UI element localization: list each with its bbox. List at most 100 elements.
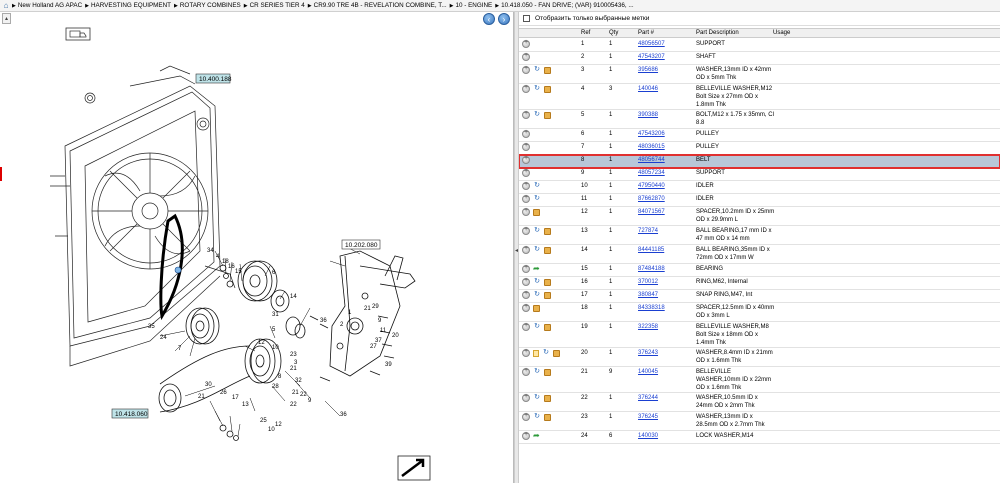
add-to-cart-icon[interactable] (522, 303, 530, 312)
substitute-arrow-icon[interactable]: ↻ (542, 349, 550, 357)
parts-row[interactable]: ➦ 15 1 87484188 BEARING (519, 264, 1000, 277)
parts-row[interactable]: ↻ 16 1 370012 RING,M62, Internal (519, 277, 1000, 290)
add-to-cart-icon[interactable] (522, 245, 530, 254)
parts-row[interactable]: ↻ 17 1 380847 SNAP RING,M47, Int (519, 290, 1000, 303)
add-to-cart-icon[interactable] (522, 264, 530, 273)
add-to-cart-icon[interactable] (522, 65, 530, 74)
package-icon[interactable] (544, 278, 551, 286)
package-icon[interactable] (544, 394, 551, 402)
part-number-link[interactable]: 84441185 (638, 247, 664, 253)
substitute-arrow-icon[interactable]: ↻ (533, 291, 541, 299)
parts-row[interactable]: ↻ 19 1 322358 BELLEVILLE WASHER,M8 Bolt Size… (519, 322, 1000, 348)
add-to-cart-icon[interactable] (522, 431, 530, 440)
add-to-cart-icon[interactable] (522, 142, 530, 151)
part-number-link[interactable]: 48036015 (638, 144, 665, 150)
part-number-link[interactable]: 87484188 (638, 266, 665, 272)
zoom-navigate-icon[interactable] (397, 455, 431, 481)
add-to-cart-icon[interactable] (522, 168, 530, 177)
substitute-arrow-icon[interactable]: ↻ (533, 227, 541, 235)
note-icon[interactable] (533, 349, 539, 357)
add-to-cart-icon[interactable] (522, 367, 530, 376)
package-icon[interactable] (544, 291, 551, 299)
part-description-column-header[interactable]: Part Description (696, 30, 739, 36)
part-number-link[interactable]: 48057234 (638, 170, 665, 176)
usage-column-header[interactable]: Usage (773, 30, 790, 36)
parts-row[interactable]: ↻ 14 1 84441185 BALL BEARING,35mm ID x 72mm … (519, 245, 1000, 264)
substitute-arrow-icon[interactable]: ↻ (533, 195, 541, 203)
part-number-link[interactable]: 48056507 (638, 41, 665, 47)
substitute-arrow-icon[interactable]: ↻ (533, 111, 541, 119)
part-number-link[interactable]: 376245 (638, 414, 658, 420)
green-arrow-icon[interactable]: ➦ (533, 265, 541, 273)
breadcrumb-item[interactable]: ▶ ROTARY COMBINES (174, 2, 241, 9)
parts-row[interactable]: ↻ 20 1 376243 WASHER,8.4mm ID x 21mm OD x 1.… (519, 348, 1000, 367)
qty-column-header[interactable]: Qty (609, 30, 618, 36)
add-to-cart-icon[interactable] (522, 39, 530, 48)
add-to-cart-icon[interactable] (522, 155, 530, 164)
substitute-arrow-icon[interactable]: ↻ (533, 394, 541, 402)
substitute-arrow-icon[interactable]: ↻ (533, 182, 541, 190)
package-icon[interactable] (544, 66, 551, 74)
part-number-link[interactable]: 370012 (638, 279, 658, 285)
substitute-arrow-icon[interactable]: ↻ (533, 413, 541, 421)
parts-row[interactable]: ↻ 10 1 47950440 IDLER (519, 181, 1000, 194)
breadcrumb-item[interactable]: ▶ New Holland AG APAC (12, 2, 82, 9)
part-number-link[interactable]: 140046 (638, 86, 658, 92)
belt-highlight-marker[interactable] (174, 266, 182, 274)
package-icon[interactable] (544, 227, 551, 235)
add-to-cart-icon[interactable] (522, 207, 530, 216)
part-number-link[interactable]: 84071567 (638, 209, 665, 215)
package-icon[interactable] (544, 323, 551, 331)
home-icon[interactable]: ⌂ (0, 0, 12, 11)
parts-row[interactable]: 9 1 48057234 SUPPORT (519, 168, 1000, 181)
parts-row[interactable]: 1 1 48056507 SUPPORT (519, 39, 1000, 52)
parts-row[interactable]: ↻11187662870IDLER (519, 194, 1000, 207)
part-number-link[interactable]: 140045 (638, 369, 658, 375)
package-icon[interactable] (533, 208, 540, 216)
part-number-link[interactable]: 390388 (638, 112, 658, 118)
parts-row[interactable]: ↻ 22 1 376244 WASHER,10.5mm ID x 24mm OD x 2… (519, 393, 1000, 412)
show-selected-only-checkbox[interactable] (523, 15, 530, 22)
callout-10-418-060[interactable]: 10.418.060 (111, 408, 149, 419)
parts-row[interactable]: 12 1 84071567 SPACER,10.2mm ID x 25mm OD x … (519, 207, 1000, 226)
breadcrumb-item[interactable]: ▶ HARVESTING EQUIPMENT (85, 2, 171, 9)
add-to-cart-icon[interactable] (522, 194, 530, 203)
breadcrumb-item[interactable]: ▶ CR9.90 TRE 4B - REVELATION COMBINE, T..… (308, 2, 447, 9)
parts-row[interactable]: 6 1 47543206 PULLEY (519, 129, 1000, 142)
callout-10-400-188[interactable]: 10.400.188 (195, 73, 232, 84)
add-to-cart-icon[interactable] (522, 226, 530, 235)
green-arrow-icon[interactable]: ➦ (533, 432, 541, 440)
parts-row[interactable]: 2 1 47543207 SHAFT (519, 52, 1000, 65)
substitute-arrow-icon[interactable]: ↻ (533, 323, 541, 331)
truck-icon[interactable] (65, 27, 91, 41)
part-number-link[interactable]: 395686 (638, 67, 658, 73)
previous-arrow-icon[interactable]: ‹ (483, 13, 495, 25)
package-icon[interactable] (533, 304, 540, 312)
substitute-arrow-icon[interactable]: ↻ (533, 66, 541, 74)
add-to-cart-icon[interactable] (522, 412, 530, 421)
part-number-link[interactable]: 47543207 (638, 54, 665, 60)
next-arrow-icon[interactable]: › (498, 13, 510, 25)
substitute-arrow-icon[interactable]: ↻ (533, 368, 541, 376)
substitute-arrow-icon[interactable]: ↻ (533, 246, 541, 254)
substitute-arrow-icon[interactable]: ↻ (533, 85, 541, 93)
parts-row[interactable]: ↻ 21 9 140045 BELLEVILLE WASHER,10mm ID x 22… (519, 367, 1000, 393)
add-to-cart-icon[interactable] (522, 84, 530, 93)
package-icon[interactable] (544, 368, 551, 376)
parts-row[interactable]: ➦ 24 6 140030 LOCK WASHER,M14 (519, 431, 1000, 444)
parts-row[interactable]: 8 1 48056744 BELT (519, 154, 1000, 169)
package-icon[interactable] (544, 85, 551, 93)
add-to-cart-icon[interactable] (522, 129, 530, 138)
part-number-link[interactable]: 376244 (638, 395, 658, 401)
package-icon[interactable] (544, 246, 551, 254)
parts-row[interactable]: ↻ 5 1 390388 BOLT,M12 x 1.75 x 35mm, Cl 8.8 (519, 110, 1000, 129)
add-to-cart-icon[interactable] (522, 110, 530, 119)
part-number-link[interactable]: 47950440 (638, 183, 665, 189)
callout-10-202-080[interactable]: 10.202.080 (341, 239, 381, 250)
package-icon[interactable] (544, 413, 551, 421)
add-to-cart-icon[interactable] (522, 290, 530, 299)
add-to-cart-icon[interactable] (522, 277, 530, 286)
add-to-cart-icon[interactable] (522, 52, 530, 61)
add-to-cart-icon[interactable] (522, 181, 530, 190)
parts-row[interactable]: ↻ 4 3 140046 BELLEVILLE WASHER,M12 Bolt Size… (519, 84, 1000, 110)
